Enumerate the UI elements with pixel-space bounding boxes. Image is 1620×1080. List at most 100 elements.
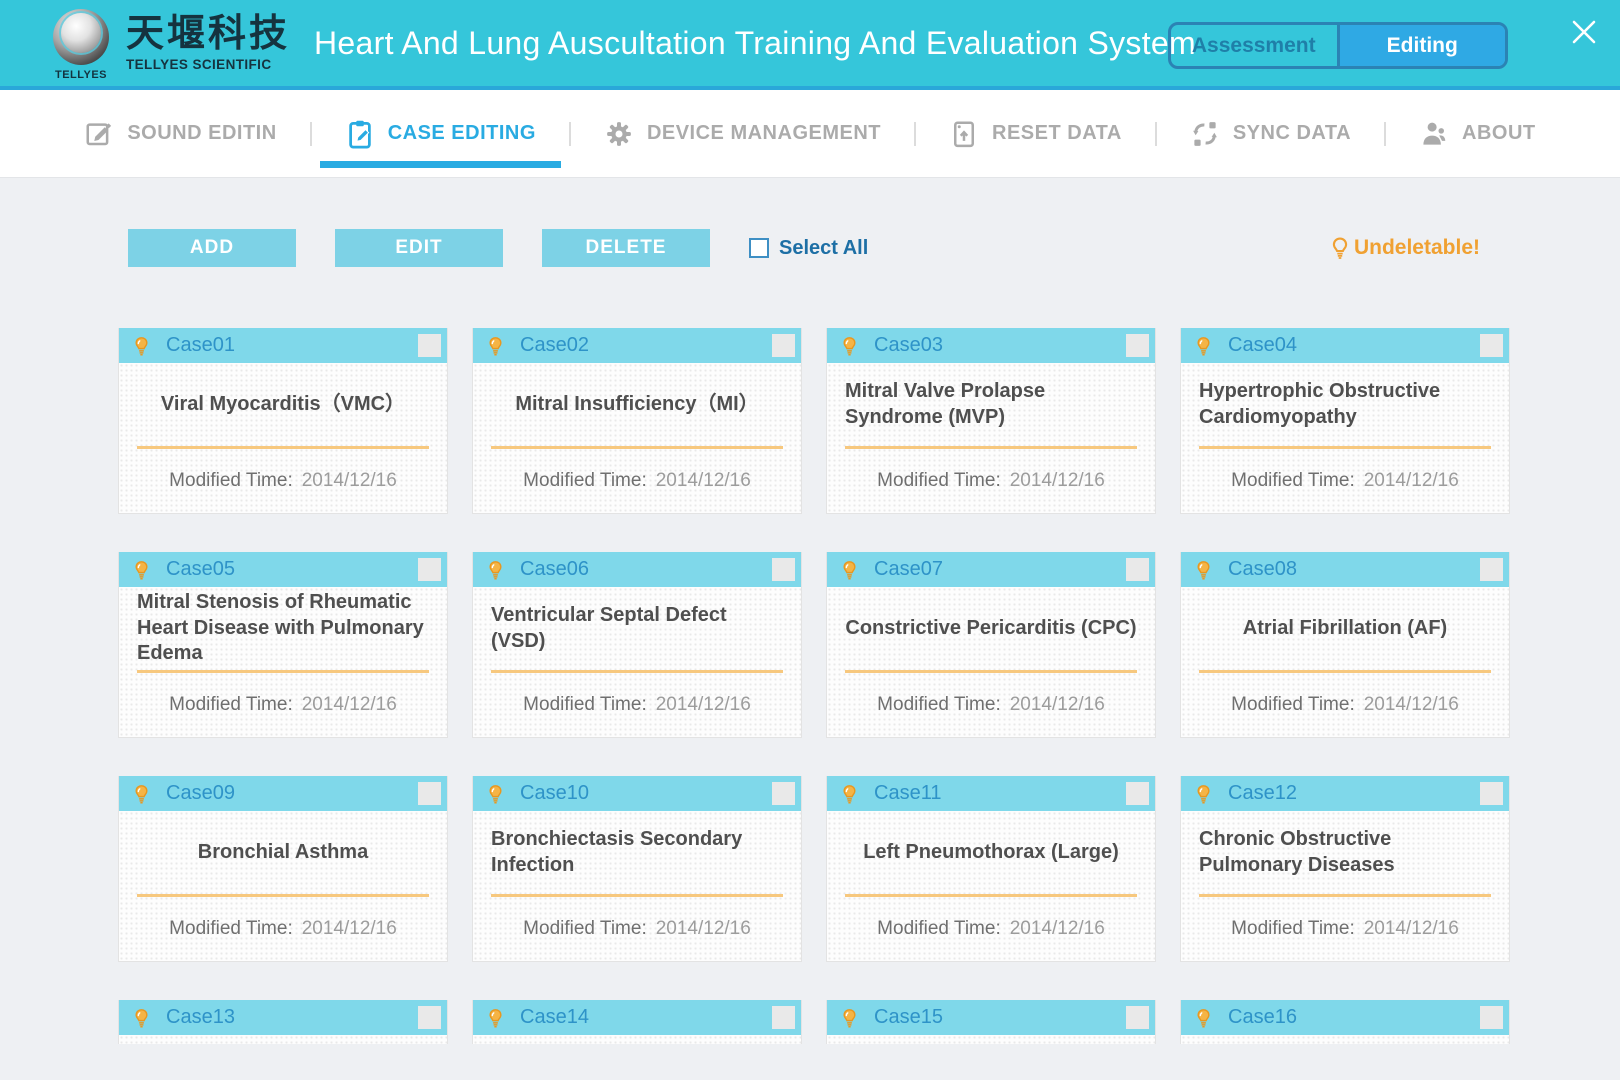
case-card[interactable]: Case07 Constrictive Pericarditis (CPC) M… — [826, 552, 1156, 738]
case-card[interactable]: Case01 Viral Myocarditis（VMC） Modified T… — [118, 328, 448, 514]
case-card[interactable]: Case02 Mitral Insufficiency（MI） Modified… — [472, 328, 802, 514]
case-checkbox[interactable] — [418, 334, 441, 357]
lightbulb-icon — [839, 1007, 860, 1029]
nav-item-label: DEVICE MANAGEMENT — [647, 122, 881, 145]
case-id-label: Case10 — [520, 782, 589, 805]
lightbulb-icon — [131, 335, 152, 357]
nav-item-case-editing[interactable]: CASE EDITING — [312, 90, 569, 177]
case-card[interactable]: Case06 Ventricular Septal Defect (VSD) M… — [472, 552, 802, 738]
case-checkbox[interactable] — [1126, 558, 1149, 581]
case-checkbox[interactable] — [1480, 1006, 1503, 1029]
case-card[interactable]: Case08 Atrial Fibrillation (AF) Modified… — [1180, 552, 1510, 738]
case-card[interactable]: Case11 Left Pneumothorax (Large) Modifie… — [826, 776, 1156, 962]
case-checkbox[interactable] — [1126, 334, 1149, 357]
nav-item-label: SYNC DATA — [1233, 122, 1351, 145]
case-title: Viral Myocarditis（VMC） — [161, 392, 405, 417]
gear-icon — [604, 119, 634, 149]
case-card[interactable]: Case03 Mitral Valve Prolapse Syndrome (M… — [826, 328, 1156, 514]
case-title: Mitral Valve Prolapse Syndrome (MVP) — [845, 379, 1137, 430]
case-card-body: Ventricular Septal Defect (VSD) Modified… — [473, 587, 801, 737]
lightbulb-icon — [1193, 783, 1214, 805]
brand-name-english: TELLYES SCIENTIFIC — [126, 58, 290, 72]
lightbulb-icon — [1328, 236, 1352, 260]
nav-item-label: CASE EDITING — [388, 122, 536, 145]
lightbulb-icon — [839, 783, 860, 805]
nav-item-label: SOUND EDITIN — [127, 122, 276, 145]
editing-tab[interactable]: Editing — [1340, 25, 1506, 66]
case-checkbox[interactable] — [772, 334, 795, 357]
case-title: Bronchiectasis Secondary Infection — [491, 827, 783, 878]
case-id-label: Case08 — [1228, 558, 1297, 581]
case-card-header: Case04 — [1181, 328, 1509, 363]
case-card[interactable]: Case13 Modified Time: — [118, 1000, 448, 1044]
case-card-body: Bronchiectasis Secondary Infection Modif… — [473, 811, 801, 961]
sync-arrows-icon — [1190, 119, 1220, 149]
lightbulb-icon — [485, 783, 506, 805]
modified-time-label: Modified Time: — [169, 470, 293, 492]
nav-item-device-management[interactable]: DEVICE MANAGEMENT — [571, 90, 914, 177]
case-card[interactable]: Case16 Modified Time: — [1180, 1000, 1510, 1044]
edit-button[interactable]: EDIT — [335, 229, 503, 267]
case-checkbox[interactable] — [418, 1006, 441, 1029]
case-checkbox[interactable] — [772, 1006, 795, 1029]
case-card[interactable]: Case09 Bronchial Asthma Modified Time: 2… — [118, 776, 448, 962]
case-card[interactable]: Case15 Modified Time: — [826, 1000, 1156, 1044]
case-card[interactable]: Case05 Mitral Stenosis of Rheumatic Hear… — [118, 552, 448, 738]
case-checkbox[interactable] — [1126, 782, 1149, 805]
case-id-label: Case03 — [874, 334, 943, 357]
toolbar: ADD EDIT DELETE Select All Undeletable! — [118, 229, 1510, 267]
case-checkbox[interactable] — [772, 558, 795, 581]
case-id-label: Case14 — [520, 1006, 589, 1029]
nav-item-reset-data[interactable]: RESET DATA — [916, 90, 1155, 177]
case-id-label: Case12 — [1228, 782, 1297, 805]
case-id-label: Case01 — [166, 334, 235, 357]
case-checkbox[interactable] — [1480, 782, 1503, 805]
close-button[interactable] — [1568, 16, 1600, 48]
tellyes-logo-icon: TELLYES — [50, 5, 112, 81]
case-title: Ventricular Septal Defect (VSD) — [491, 603, 783, 654]
case-card-header: Case02 — [473, 328, 801, 363]
case-card[interactable]: Case14 Modified Time: — [472, 1000, 802, 1044]
assessment-tab[interactable]: Assessment — [1171, 25, 1340, 66]
case-title: Hypertrophic Obstructive Cardiomyopathy — [1199, 379, 1491, 430]
case-card-body: Viral Myocarditis（VMC） Modified Time: 20… — [119, 363, 447, 513]
case-checkbox[interactable] — [418, 558, 441, 581]
case-card[interactable]: Case10 Bronchiectasis Secondary Infectio… — [472, 776, 802, 962]
case-checkbox[interactable] — [1480, 558, 1503, 581]
case-card-body: Mitral Stenosis of Rheumatic Heart Disea… — [119, 587, 447, 737]
modified-time-value: 2014/12/16 — [1364, 918, 1459, 940]
modified-time-value: 2014/12/16 — [1364, 694, 1459, 716]
nav-item-sound-editin[interactable]: SOUND EDITIN — [51, 90, 309, 177]
undeletable-label: Undeletable! — [1354, 236, 1480, 260]
nav-item-label: RESET DATA — [992, 122, 1122, 145]
case-card[interactable]: Case12 Chronic Obstructive Pulmonary Dis… — [1180, 776, 1510, 962]
modified-time-value: 2014/12/16 — [302, 470, 397, 492]
case-card-header: Case06 — [473, 552, 801, 587]
case-card-header: Case12 — [1181, 776, 1509, 811]
case-checkbox[interactable] — [1480, 334, 1503, 357]
case-card-body: Atrial Fibrillation (AF) Modified Time: … — [1181, 587, 1509, 737]
select-all: Select All — [749, 237, 868, 260]
case-checkbox[interactable] — [772, 782, 795, 805]
case-card-body: Mitral Insufficiency（MI） Modified Time: … — [473, 363, 801, 513]
case-checkbox[interactable] — [1126, 1006, 1149, 1029]
clipboard-pencil-icon — [345, 119, 375, 149]
lightbulb-icon — [1193, 1007, 1214, 1029]
case-card-header: Case15 — [827, 1000, 1155, 1035]
lightbulb-icon — [1193, 335, 1214, 357]
case-title: Atrial Fibrillation (AF) — [1243, 616, 1447, 641]
select-all-checkbox[interactable] — [749, 238, 769, 258]
nav-item-sync-data[interactable]: SYNC DATA — [1157, 90, 1384, 177]
close-icon — [1569, 17, 1599, 47]
delete-button[interactable]: DELETE — [542, 229, 710, 267]
nav-item-about[interactable]: ABOUT — [1386, 90, 1569, 177]
lightbulb-icon — [131, 783, 152, 805]
case-checkbox[interactable] — [418, 782, 441, 805]
add-button[interactable]: ADD — [128, 229, 296, 267]
case-id-label: Case07 — [874, 558, 943, 581]
case-title: Constrictive Pericarditis (CPC) — [845, 616, 1136, 641]
case-card[interactable]: Case04 Hypertrophic Obstructive Cardiomy… — [1180, 328, 1510, 514]
case-id-label: Case06 — [520, 558, 589, 581]
case-card-body: Modified Time: — [119, 1035, 447, 1044]
logo-mark-text: TELLYES — [50, 69, 112, 81]
